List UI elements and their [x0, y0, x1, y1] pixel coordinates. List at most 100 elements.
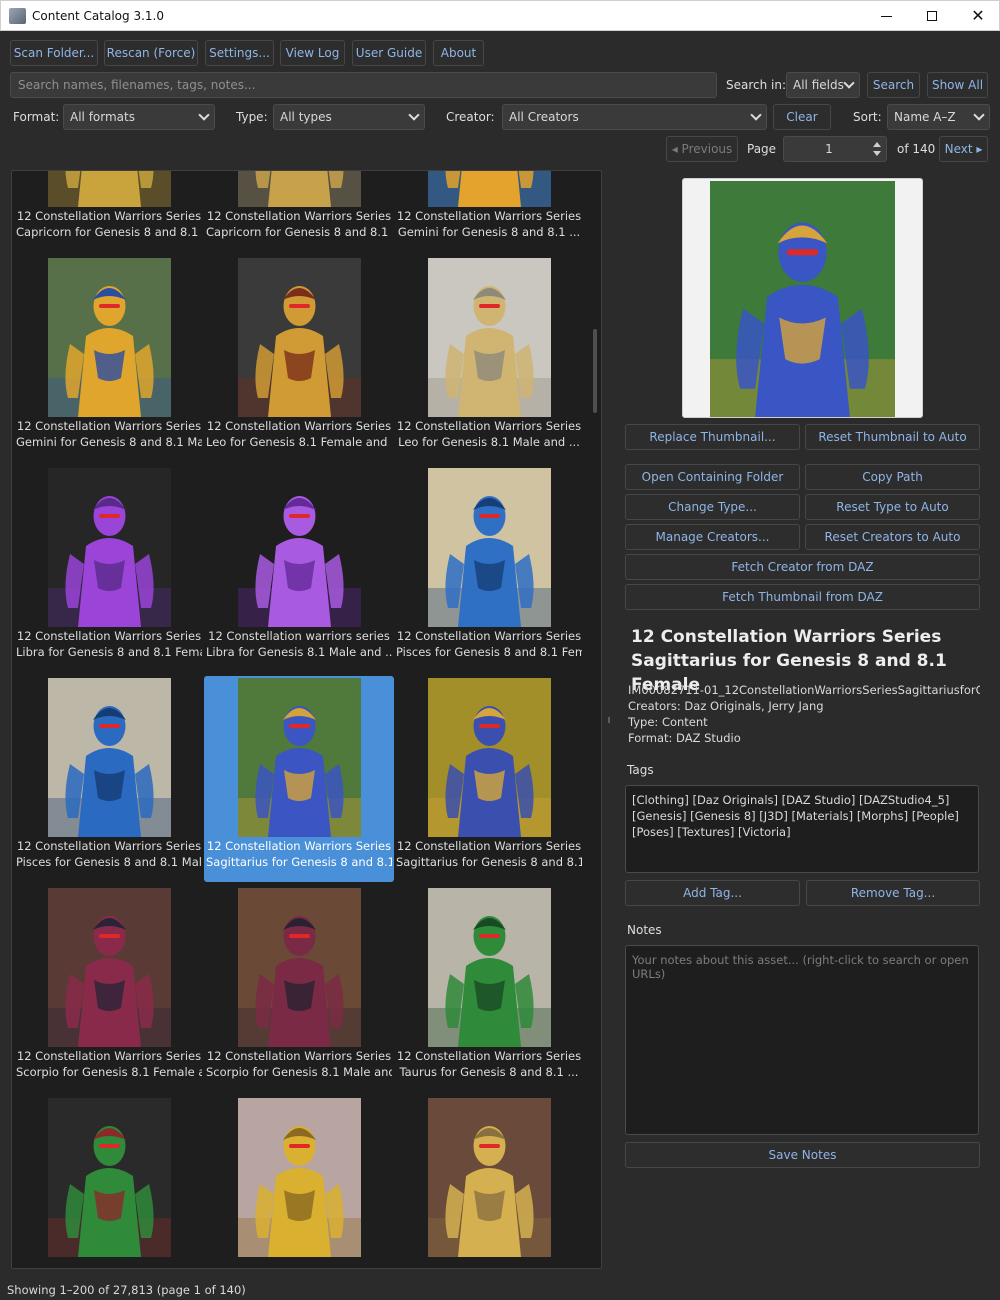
- maximize-icon: [927, 11, 937, 21]
- manage-creators-button[interactable]: Manage Creators...: [625, 524, 800, 550]
- change-type-button[interactable]: Change Type...: [625, 494, 800, 520]
- asset-card[interactable]: 12 Constellation Warriors Series Leo for …: [394, 256, 584, 462]
- asset-thumbnail: [48, 171, 171, 207]
- asset-thumbnail: [238, 468, 361, 627]
- asset-filename: IM00082711-01_12ConstellationWarriorsSer…: [628, 683, 980, 697]
- remove-tag-button[interactable]: Remove Tag...: [806, 880, 980, 906]
- creator-select[interactable]: All Creators: [502, 104, 767, 130]
- show-all-button[interactable]: Show All: [927, 72, 988, 98]
- fetch-creator-button[interactable]: Fetch Creator from DAZ: [625, 554, 980, 580]
- add-tag-button[interactable]: Add Tag...: [625, 880, 800, 906]
- asset-card-title-line2: Sagittarius for Genesis 8 and 8.1 ...: [206, 855, 392, 869]
- tags-line: [Clothing] [Daz Originals] [DAZ Studio] …: [632, 793, 950, 807]
- chevron-down-icon: [198, 109, 210, 121]
- asset-card-title-line1: 12 Constellation Warriors Series: [16, 1049, 202, 1063]
- rescan-force-button[interactable]: Rescan (Force): [104, 40, 198, 66]
- asset-card-title-line1: 12 Constellation Warriors Series: [396, 209, 582, 223]
- spin-up-icon[interactable]: [873, 142, 881, 147]
- asset-card-title-line2: Libra for Genesis 8.1 Male and ...: [206, 645, 392, 659]
- minimize-button[interactable]: [863, 1, 909, 31]
- app-body: Scan Folder... Rescan (Force) Settings..…: [0, 31, 1000, 1300]
- page-number-spinbox[interactable]: 1: [783, 136, 887, 162]
- asset-thumbnail: [238, 1098, 361, 1257]
- asset-thumbnail: [48, 678, 171, 837]
- open-folder-button[interactable]: Open Containing Folder: [625, 464, 800, 490]
- asset-card[interactable]: 12 Constellation Warriors Series Capricor…: [204, 171, 394, 252]
- asset-creators: Creators: Daz Originals, Jerry Jang: [628, 699, 824, 713]
- asset-card-title-line2: Leo for Genesis 8.1 Male and ...: [398, 435, 580, 449]
- page-label: Page: [747, 142, 777, 156]
- format-select[interactable]: All formats: [63, 104, 215, 130]
- grid-scrollbar-thumb[interactable]: [593, 329, 597, 413]
- tags-list[interactable]: [Clothing] [Daz Originals] [DAZ Studio] …: [625, 785, 979, 873]
- asset-card[interactable]: 12 Constellation Warriors Series Leo for …: [204, 256, 394, 462]
- asset-card-title-line1: 12 Constellation Warriors Series: [396, 839, 582, 853]
- replace-thumbnail-button[interactable]: Replace Thumbnail...: [625, 424, 800, 450]
- asset-card[interactable]: 12 Constellation Warriors Series Gemini f…: [14, 256, 204, 462]
- creator-value: All Creators: [509, 110, 579, 124]
- scan-folder-button[interactable]: Scan Folder...: [10, 40, 98, 66]
- reset-thumbnail-button[interactable]: Reset Thumbnail to Auto: [805, 424, 980, 450]
- close-button[interactable]: ✕: [955, 1, 1000, 31]
- spin-down-icon[interactable]: [873, 151, 881, 156]
- asset-card[interactable]: 12 Constellation Warriors Series Gemini f…: [394, 171, 584, 252]
- preview-image: [710, 181, 895, 417]
- asset-card-title-line2: Gemini for Genesis 8 and 8.1 Male: [16, 435, 202, 449]
- asset-thumbnail: [428, 888, 551, 1047]
- asset-card-title-line1: 12 Constellation Warriors Series: [206, 419, 392, 433]
- search-in-select[interactable]: All fields: [786, 72, 860, 98]
- status-bar: Showing 1–200 of 27,813 (page 1 of 140): [0, 1280, 1000, 1300]
- asset-title-line1: 12 Constellation Warriors Series: [631, 627, 942, 647]
- asset-card[interactable]: 12 Constellation Warriors Series Scorpio …: [204, 886, 394, 1092]
- reset-type-button[interactable]: Reset Type to Auto: [805, 494, 980, 520]
- notes-label: Notes: [627, 923, 662, 937]
- asset-card[interactable]: 12 Constellation Warriors Series Sagittar…: [394, 676, 584, 882]
- clear-filters-button[interactable]: Clear: [773, 104, 831, 130]
- asset-grid[interactable]: 12 Constellation Warriors Series Capricor…: [11, 170, 602, 1269]
- asset-card-title-line1: 12 Constellation Warriors Series: [396, 629, 582, 643]
- asset-card[interactable]: 12 Constellation Warriors Series Pisces f…: [14, 676, 204, 882]
- format-value: All formats: [70, 110, 135, 124]
- asset-card[interactable]: [14, 1096, 204, 1268]
- user-guide-button[interactable]: User Guide: [352, 40, 426, 66]
- asset-thumbnail: [428, 678, 551, 837]
- asset-card[interactable]: 12 Constellation Warriors Series Taurus f…: [394, 886, 584, 1092]
- asset-card[interactable]: 12 Constellation Warriors Series Capricor…: [14, 171, 204, 252]
- view-log-button[interactable]: View Log: [280, 40, 345, 66]
- next-page-button[interactable]: Next ▸: [939, 136, 988, 162]
- asset-card-title-line1: 12 Constellation Warriors Series: [206, 839, 392, 853]
- splitter-handle[interactable]: [608, 717, 610, 723]
- asset-card[interactable]: [394, 1096, 584, 1268]
- title-bar: Content Catalog 3.1.0 ✕: [0, 0, 1000, 31]
- copy-path-button[interactable]: Copy Path: [805, 464, 980, 490]
- asset-card-title-line1: 12 Constellation Warriors Series: [16, 419, 202, 433]
- settings-button[interactable]: Settings...: [205, 40, 274, 66]
- asset-card[interactable]: [204, 1096, 394, 1268]
- maximize-button[interactable]: [909, 1, 955, 31]
- notes-textarea[interactable]: Your notes about this asset... (right-cl…: [625, 945, 979, 1135]
- asset-card[interactable]: 12 Constellation Warriors Series Scorpio …: [14, 886, 204, 1092]
- fetch-thumbnail-button[interactable]: Fetch Thumbnail from DAZ: [625, 584, 980, 610]
- about-button[interactable]: About: [433, 40, 484, 66]
- save-notes-button[interactable]: Save Notes: [625, 1142, 980, 1168]
- search-input[interactable]: Search names, filenames, tags, notes...: [10, 72, 717, 98]
- asset-card-title-line1: 12 Constellation Warriors Series: [396, 1049, 582, 1063]
- asset-card[interactable]: 12 Constellation Warriors Series Sagittar…: [204, 676, 394, 882]
- asset-card[interactable]: 12 Constellation warriors series Libra fo…: [204, 466, 394, 672]
- search-button[interactable]: Search: [867, 72, 920, 98]
- minimize-icon: [880, 15, 892, 17]
- asset-card-title-line2: Taurus for Genesis 8 and 8.1 ...: [399, 1065, 579, 1079]
- asset-card-title-line1: 12 Constellation Warriors Series: [16, 629, 202, 643]
- asset-card[interactable]: 12 Constellation Warriors Series Pisces f…: [394, 466, 584, 672]
- asset-card-title-line2: Leo for Genesis 8.1 Female and ...: [206, 435, 392, 449]
- type-select[interactable]: All types: [273, 104, 425, 130]
- previous-page-button[interactable]: ◂ Previous: [666, 136, 738, 162]
- asset-card-label: 12 Constellation Warriors Series Sagittar…: [396, 838, 582, 870]
- asset-card[interactable]: 12 Constellation Warriors Series Libra fo…: [14, 466, 204, 672]
- sort-select[interactable]: Name A–Z: [887, 104, 990, 130]
- search-in-label: Search in:: [726, 78, 787, 92]
- reset-creators-button[interactable]: Reset Creators to Auto: [805, 524, 980, 550]
- app-icon: [9, 8, 26, 24]
- asset-card-title-line2: Gemini for Genesis 8 and 8.1 ...: [397, 225, 581, 239]
- type-value: All types: [280, 110, 332, 124]
